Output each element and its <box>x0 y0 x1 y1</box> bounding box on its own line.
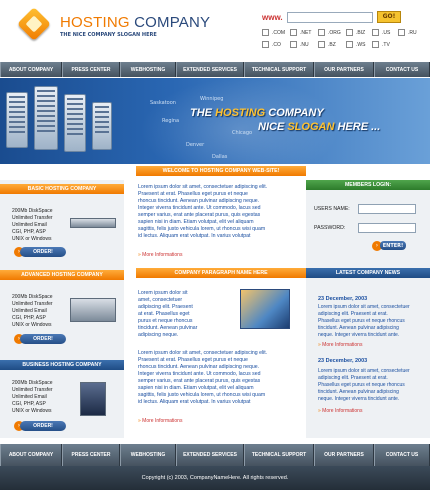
logo-diamond-icon[interactable] <box>17 7 51 41</box>
nav-contact-us[interactable]: CONTACT US <box>374 62 430 77</box>
footer-nav-technical-support[interactable]: TECHNICAL SUPPORT <box>244 444 314 466</box>
server-rack-icon <box>70 218 116 228</box>
slogan: THE NICE COMPANY SLOGAN HERE <box>60 32 157 38</box>
footer-nav-extended-services[interactable]: EXTENDED SERVICES <box>176 444 244 466</box>
news-text: Lorem ipsum dolor sit amet, consectetuer… <box>318 304 410 338</box>
map-city-label: Regina <box>162 118 180 124</box>
footer-nav-our-partners[interactable]: OUR PARTNERS <box>314 444 374 466</box>
tld-option[interactable]: .TV <box>372 41 390 48</box>
news-text: Lorem ipsum dolor sit amet, consectetuer… <box>318 368 410 402</box>
tld-option[interactable]: .BIZ <box>346 29 365 36</box>
plan-title: BUSINESS HOSTING COMPANY <box>0 360 124 370</box>
order-button[interactable]: ORDER! <box>20 247 66 257</box>
logo-title-part-a: HOSTING <box>60 14 130 31</box>
tld-option[interactable]: .RU <box>398 29 417 36</box>
more-info-link[interactable]: More Informations <box>318 408 362 414</box>
tld-option[interactable]: .US <box>372 29 390 36</box>
checkbox[interactable] <box>398 29 405 36</box>
checkbox[interactable] <box>290 41 297 48</box>
tld-option[interactable]: .CO <box>262 41 281 48</box>
server-rack-icon <box>92 102 112 150</box>
enter-button[interactable]: ENTER! <box>380 241 406 250</box>
checkbox[interactable] <box>290 29 297 36</box>
paragraph-title: COMPANY PARAGRAPH NAME HERE <box>136 268 306 278</box>
password-label: PASSWORD: <box>314 225 346 231</box>
banner-headline-1: THE HOSTING COMPANY <box>190 107 324 119</box>
map-city-label: Winnipeg <box>200 96 224 102</box>
news-date: 23 December, 2003 <box>318 358 368 364</box>
tld-option[interactable]: .NU <box>290 41 309 48</box>
tld-option[interactable]: .BZ <box>318 41 336 48</box>
checkbox[interactable] <box>262 29 269 36</box>
login-title: MEMBERS LOGIN: <box>306 180 430 190</box>
password-input[interactable] <box>358 223 416 233</box>
copyright: Copyright (c) 2003, CompanyNameHere. All… <box>0 466 430 490</box>
paragraph-text-bottom: Lorem ipsum dolor sit amet, consectetuer… <box>138 350 268 405</box>
plan-features: 200Mb DiskSpace Unlimited Transfer Unlim… <box>12 208 53 242</box>
username-label: USERS NAME: <box>314 206 350 212</box>
map-city-label: Saskatoon <box>150 100 176 106</box>
plan-features: 200Mb DiskSpace Unlimited Transfer Unlim… <box>12 380 53 414</box>
tld-option[interactable]: .WS <box>346 41 365 48</box>
banner-headline-2: NICE SLOGAN HERE ... <box>258 121 381 133</box>
server-rack-icon <box>80 382 106 416</box>
nav-technical-support[interactable]: TECHNICAL SUPPORT <box>244 62 314 77</box>
nav-webhosting[interactable]: WEBHOSTING <box>120 62 176 77</box>
checkbox[interactable] <box>372 41 379 48</box>
order-button[interactable]: ORDER! <box>20 334 66 344</box>
tld-option[interactable]: .COM <box>262 29 285 36</box>
server-rack-icon <box>6 92 28 148</box>
page: HOSTING COMPANY THE NICE COMPANY SLOGAN … <box>0 0 430 490</box>
server-rack-icon <box>34 86 58 150</box>
news-date: 23 December, 2003 <box>318 296 368 302</box>
footer-nav-press-center[interactable]: PRESS CENTER <box>62 444 120 466</box>
footer-nav: ABOUT COMPANY PRESS CENTER WEBHOSTING EX… <box>0 444 430 466</box>
more-info-link[interactable]: More Informations <box>138 252 182 258</box>
plan-title: BASIC HOSTING COMPANY <box>0 184 124 194</box>
server-rack-icon <box>70 298 116 322</box>
paragraph-text-top: Lorem ipsum dolor sit amet, consectetuer… <box>138 290 198 338</box>
server-rack-icon <box>64 94 86 152</box>
checkbox[interactable] <box>318 29 325 36</box>
username-input[interactable] <box>358 204 416 214</box>
plan-title: ADVANCED HOSTING COMPANY <box>0 270 124 280</box>
more-info-link[interactable]: More Informations <box>138 418 182 424</box>
footer-nav-contact-us[interactable]: CONTACT US <box>374 444 430 466</box>
footer-nav-about-company[interactable]: ABOUT COMPANY <box>0 444 62 466</box>
checkbox[interactable] <box>262 41 269 48</box>
go-button[interactable]: GO! <box>377 11 401 23</box>
www-label: www. <box>262 13 283 22</box>
person-photo-icon <box>240 289 290 329</box>
checkbox[interactable] <box>372 29 379 36</box>
nav-press-center[interactable]: PRESS CENTER <box>62 62 120 77</box>
logo-title-part-b: COMPANY <box>134 14 211 31</box>
map-city-label: Chicago <box>232 130 253 136</box>
top-nav: ABOUT COMPANY PRESS CENTER WEBHOSTING EX… <box>0 62 430 77</box>
plan-features: 200Mb DiskSpace Unlimited Transfer Unlim… <box>12 294 53 328</box>
footer-nav-webhosting[interactable]: WEBHOSTING <box>120 444 176 466</box>
map-city-label: Denver <box>186 142 205 148</box>
hero-banner: Saskatoon Regina Chicago Winnipeg Denver… <box>0 78 430 164</box>
more-info-link[interactable]: More Informations <box>318 342 362 348</box>
domain-search-input[interactable] <box>287 12 373 23</box>
checkbox[interactable] <box>346 29 353 36</box>
nav-about-company[interactable]: ABOUT COMPANY <box>0 62 62 77</box>
tld-option[interactable]: .ORG <box>318 29 341 36</box>
header: HOSTING COMPANY THE NICE COMPANY SLOGAN … <box>0 0 430 60</box>
checkbox[interactable] <box>346 41 353 48</box>
news-title: LATEST COMPANY NEWS <box>306 268 430 278</box>
checkbox[interactable] <box>318 41 325 48</box>
nav-our-partners[interactable]: OUR PARTNERS <box>314 62 374 77</box>
map-city-label: Dallas <box>212 154 228 160</box>
welcome-text: Lorem ipsum dolor sit amet, consectetuer… <box>138 184 268 239</box>
logo-title[interactable]: HOSTING COMPANY <box>60 14 210 31</box>
welcome-title: WELCOME TO HOSTING COMPANY WEB-SITE! <box>136 166 306 176</box>
nav-extended-services[interactable]: EXTENDED SERVICES <box>176 62 244 77</box>
order-button[interactable]: ORDER! <box>20 421 66 431</box>
tld-option[interactable]: .NET <box>290 29 311 36</box>
